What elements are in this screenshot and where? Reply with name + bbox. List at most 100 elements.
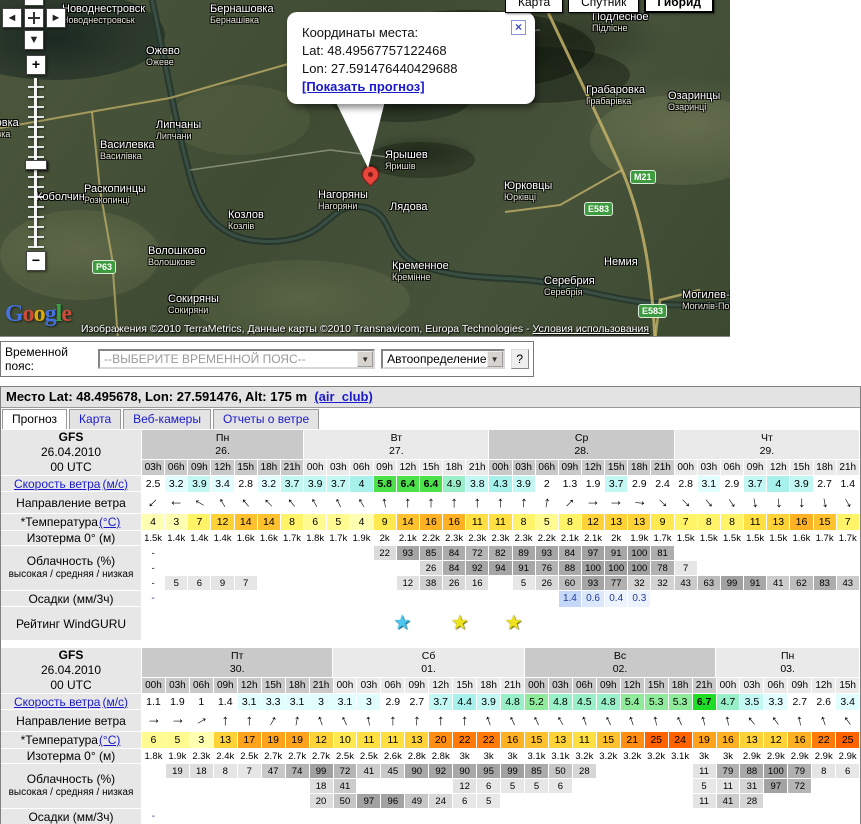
place-name: Волошково bbox=[148, 245, 206, 257]
timezone-select[interactable]: --ВЫБЕРИТЕ ВРЕМЕННОЙ ПОЯС-- ▼ bbox=[98, 349, 375, 369]
cloud-cell: 9 bbox=[211, 576, 234, 591]
pan-center-icon bbox=[28, 12, 40, 24]
cloud-cell: 84 bbox=[443, 561, 466, 576]
pan-left-button[interactable]: ◄ bbox=[2, 8, 22, 28]
forecast-cell bbox=[814, 591, 837, 607]
temp-label-text: *Температура bbox=[21, 515, 98, 529]
forecast-cell bbox=[597, 809, 621, 824]
forecast-cell: 8 bbox=[513, 514, 536, 531]
forecast-cell: 5.8 bbox=[374, 476, 397, 492]
timezone-mode-select[interactable]: Автоопределение ▼ bbox=[381, 349, 504, 369]
forecast-cell: 2.2k bbox=[536, 531, 559, 546]
wind-direction-arrow-icon: ↑ bbox=[190, 712, 213, 729]
pan-right-button[interactable]: ► bbox=[46, 8, 66, 28]
cloud-cell bbox=[165, 561, 188, 576]
forecast-cell: 11 bbox=[357, 732, 381, 749]
wind-unit-link[interactable]: (м/с) bbox=[102, 477, 128, 491]
close-icon[interactable]: × bbox=[511, 20, 526, 35]
cloud-cell bbox=[669, 779, 693, 794]
help-button[interactable]: ? bbox=[511, 349, 529, 369]
cloud-cell bbox=[837, 561, 860, 576]
zoom-slider-handle[interactable] bbox=[25, 160, 47, 170]
day-header: Пн03. bbox=[716, 648, 860, 678]
cloud-cell bbox=[258, 546, 281, 561]
place-name-alt: Підлісне bbox=[592, 23, 627, 33]
forecast-cell: ↑ bbox=[405, 710, 429, 732]
forecast-cell: 4 bbox=[767, 476, 790, 492]
forecast-cell: 2.9k bbox=[788, 749, 812, 764]
forecast-cell: ↑ bbox=[166, 710, 190, 732]
forecast-cell: 13 bbox=[549, 732, 573, 749]
forecast-cell: - bbox=[142, 591, 165, 607]
forecast-cell: ↑ bbox=[501, 710, 525, 732]
zoom-slider[interactable] bbox=[28, 78, 44, 248]
cloud-cell: 41 bbox=[357, 764, 381, 779]
wind-direction-arrow-icon: ↑ bbox=[774, 492, 783, 514]
tab-карта[interactable]: Карта bbox=[69, 409, 121, 429]
pan-center-button[interactable] bbox=[24, 8, 44, 28]
forecast-cell: 1.5k bbox=[675, 531, 698, 546]
wind-unit-link[interactable]: (м/с) bbox=[102, 695, 128, 709]
cloud-cell: 38 bbox=[420, 576, 443, 591]
forecast-cell: 16 bbox=[443, 514, 466, 531]
forecast-cell: 3.1 bbox=[334, 694, 358, 710]
temp-unit-link[interactable]: (°C) bbox=[99, 733, 120, 747]
forecast-cell: 1.5k bbox=[142, 531, 165, 546]
day-header: Пн26. bbox=[142, 430, 304, 460]
wind-direction-arrow-icon: ↑ bbox=[722, 710, 733, 732]
map-zoom-control: + − bbox=[26, 55, 52, 271]
map-place-label: КозловКозлів bbox=[228, 210, 264, 232]
tab-веб-камеры[interactable]: Веб-камеры bbox=[123, 409, 211, 429]
map-place-label: ОзаринцыОзаринці bbox=[668, 91, 720, 113]
cloud-cell bbox=[304, 576, 327, 591]
forecast-cell: 11 bbox=[573, 732, 597, 749]
wind-speed-link[interactable]: Скорость ветра bbox=[14, 695, 101, 709]
row-label: *Температура (°C) bbox=[1, 514, 142, 531]
hour-header: 09h bbox=[188, 460, 211, 476]
cloud-cell: 97 bbox=[582, 546, 605, 561]
tab-отчеты о ветре[interactable]: Отчеты о ветре bbox=[213, 409, 319, 429]
forecast-cell: ↑ bbox=[812, 710, 836, 732]
cloud-cell bbox=[350, 546, 373, 561]
forecast-cell: 3.1k bbox=[669, 749, 693, 764]
forecast-cell: 3k bbox=[453, 749, 477, 764]
hour-header: 21h bbox=[281, 460, 304, 476]
hour-header: 15h bbox=[453, 678, 477, 694]
temp-unit-link[interactable]: (°C) bbox=[99, 515, 120, 529]
pan-up-button[interactable]: ▲ bbox=[24, 0, 44, 6]
forecast-cell: ↑ bbox=[559, 492, 582, 514]
day-date: 03. bbox=[780, 663, 795, 676]
place-name: Нагоряны bbox=[318, 189, 368, 201]
map-place-label: ВасилевкаВасилівка bbox=[100, 140, 155, 162]
cloud-cell: 50 bbox=[549, 764, 573, 779]
map-type-button-гибрид[interactable]: Гибрид bbox=[644, 0, 714, 13]
place-name: Бернашовка bbox=[210, 3, 274, 15]
zoom-out-button[interactable]: − bbox=[26, 251, 46, 271]
station-link[interactable]: (air_club) bbox=[314, 389, 373, 404]
cloud-cell: 22 bbox=[374, 546, 397, 561]
map-canvas[interactable]: НоводнестровскНоводнестровськБернашовкаБ… bbox=[0, 0, 730, 337]
zoom-in-button[interactable]: + bbox=[26, 55, 46, 75]
cloud-cell: 96 bbox=[381, 794, 405, 809]
forecast-cell bbox=[238, 809, 262, 824]
show-forecast-link[interactable]: [Показать прогноз] bbox=[302, 79, 425, 94]
windguru-star-icon: ★ bbox=[505, 610, 523, 636]
pan-down-button[interactable]: ▼ bbox=[24, 30, 44, 50]
forecast-cell bbox=[651, 591, 674, 607]
map-type-button-спутник[interactable]: Спутник bbox=[568, 0, 639, 13]
place-name: Юрковцы bbox=[504, 180, 552, 192]
tab-прогноз[interactable]: Прогноз bbox=[2, 409, 67, 429]
cloud-cell bbox=[698, 561, 721, 576]
forecast-cell bbox=[489, 591, 512, 607]
terms-of-use-link[interactable]: Условия использования bbox=[532, 323, 649, 335]
forecast-cell: 1.6k bbox=[258, 531, 281, 546]
wind-speed-link[interactable]: Скорость ветра bbox=[14, 477, 101, 491]
forecast-cell: 1.8k bbox=[142, 749, 166, 764]
place-name-alt: Бернашівка bbox=[210, 15, 259, 25]
cloud-cell: 11 bbox=[717, 779, 741, 794]
map-type-button-карта[interactable]: Карта bbox=[505, 0, 563, 13]
forecast-cell: 13 bbox=[740, 732, 764, 749]
cloud-cell bbox=[211, 546, 234, 561]
cloud-cell: 12 bbox=[397, 576, 420, 591]
cloud-cell bbox=[645, 764, 669, 779]
